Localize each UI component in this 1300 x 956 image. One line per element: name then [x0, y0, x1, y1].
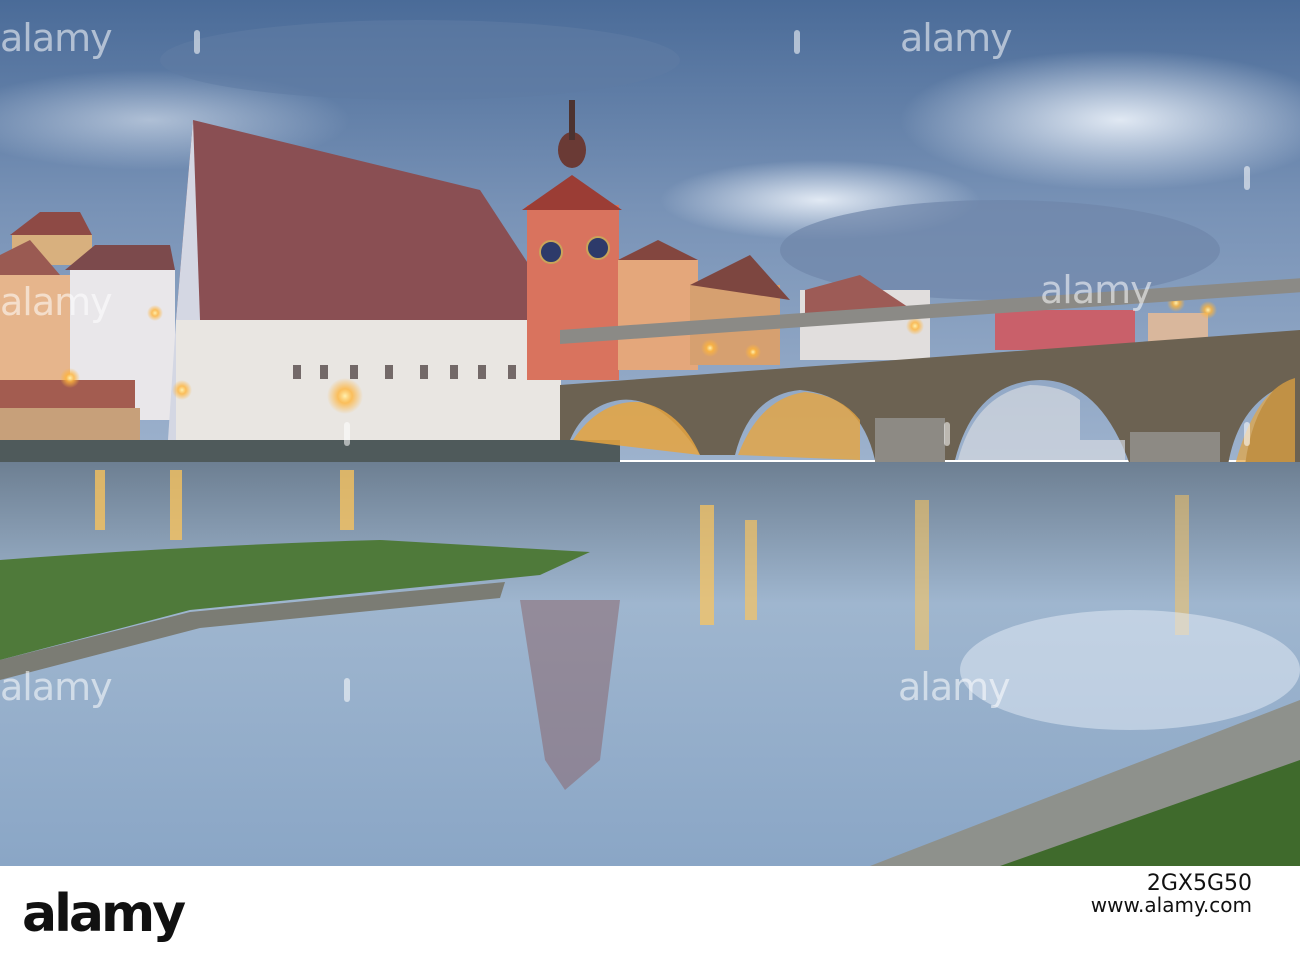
watermark-mark: [794, 30, 800, 54]
watermark-mark: [194, 30, 200, 54]
reflection: [95, 470, 105, 530]
reflection: [915, 500, 929, 650]
street-lamp-glow: [147, 305, 163, 321]
salt-store-wall: [176, 320, 561, 440]
watermark: alamy: [0, 280, 113, 324]
watermark: alamy: [1040, 268, 1153, 312]
photo: alamy alamy alamy alamy alamy alamy: [0, 0, 1300, 866]
bridge-tower: [527, 205, 619, 380]
clock-face-right: [586, 236, 610, 260]
tower-spire: [569, 100, 575, 140]
watermark: alamy: [900, 16, 1013, 60]
brand-logo: alamy: [22, 884, 186, 944]
bridge-pier: [875, 418, 945, 463]
street-lamp-glow: [60, 368, 80, 388]
bridge-pier: [1130, 432, 1220, 467]
wall-lamp-glow: [327, 378, 363, 414]
reflection: [745, 520, 757, 620]
reflection: [700, 505, 714, 625]
watermark-mark: [1244, 166, 1250, 190]
shop: [0, 408, 140, 440]
image-id-block: 2GX5G50 www.alamy.com: [1091, 872, 1252, 916]
watermark-mark: [344, 422, 350, 446]
watermark: alamy: [0, 665, 113, 709]
reflection: [340, 470, 354, 530]
watermark: alamy: [0, 16, 113, 60]
watermark-mark: [344, 678, 350, 702]
water-highlight: [960, 610, 1300, 730]
image-id: 2GX5G50: [1146, 871, 1252, 896]
footer-bar: alamy 2GX5G50 www.alamy.com: [0, 866, 1300, 956]
reflection: [170, 470, 182, 540]
site-url: www.alamy.com: [1090, 893, 1252, 918]
street-lamp-glow: [906, 317, 924, 335]
street-lamp-glow: [1199, 301, 1217, 319]
watermark-mark: [1244, 422, 1250, 446]
cloud: [160, 20, 680, 100]
clock-face-left: [539, 240, 563, 264]
wall-lamp-glow: [172, 380, 192, 400]
watermark: alamy: [898, 665, 1011, 709]
street-lamp-glow: [701, 339, 719, 357]
street-lamp-glow: [745, 344, 761, 360]
watermark-mark: [944, 422, 950, 446]
house: [618, 260, 698, 370]
